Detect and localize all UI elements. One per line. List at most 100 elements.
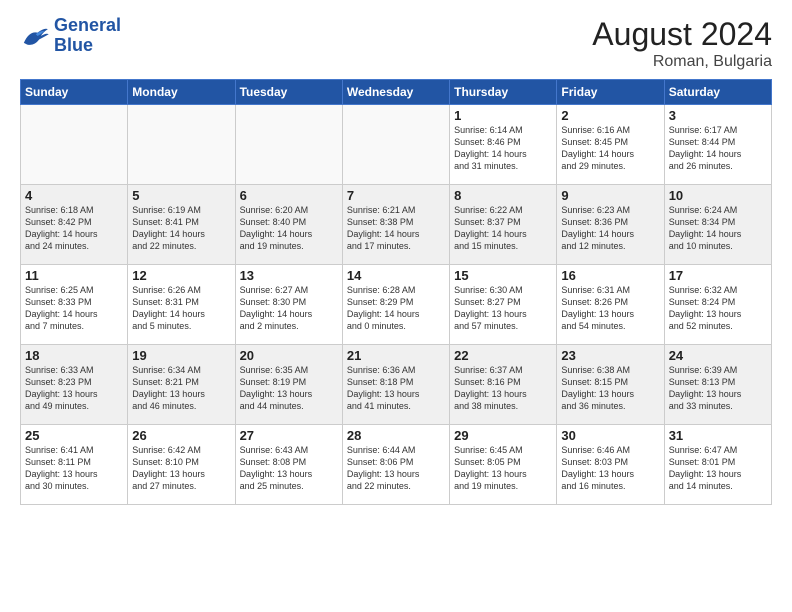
day-number: 12 bbox=[132, 268, 230, 283]
day-info: Sunrise: 6:28 AM Sunset: 8:29 PM Dayligh… bbox=[347, 284, 445, 333]
day-info: Sunrise: 6:19 AM Sunset: 8:41 PM Dayligh… bbox=[132, 204, 230, 253]
day-info: Sunrise: 6:33 AM Sunset: 8:23 PM Dayligh… bbox=[25, 364, 123, 413]
day-cell-8: 8Sunrise: 6:22 AM Sunset: 8:37 PM Daylig… bbox=[450, 185, 557, 265]
weekday-sunday: Sunday bbox=[21, 80, 128, 105]
weekday-friday: Friday bbox=[557, 80, 664, 105]
empty-cell bbox=[128, 105, 235, 185]
empty-cell bbox=[21, 105, 128, 185]
day-info: Sunrise: 6:38 AM Sunset: 8:15 PM Dayligh… bbox=[561, 364, 659, 413]
day-number: 20 bbox=[240, 348, 338, 363]
day-number: 3 bbox=[669, 108, 767, 123]
day-cell-6: 6Sunrise: 6:20 AM Sunset: 8:40 PM Daylig… bbox=[235, 185, 342, 265]
day-info: Sunrise: 6:14 AM Sunset: 8:46 PM Dayligh… bbox=[454, 124, 552, 173]
day-info: Sunrise: 6:30 AM Sunset: 8:27 PM Dayligh… bbox=[454, 284, 552, 333]
day-info: Sunrise: 6:17 AM Sunset: 8:44 PM Dayligh… bbox=[669, 124, 767, 173]
day-cell-30: 30Sunrise: 6:46 AM Sunset: 8:03 PM Dayli… bbox=[557, 425, 664, 505]
day-cell-3: 3Sunrise: 6:17 AM Sunset: 8:44 PM Daylig… bbox=[664, 105, 771, 185]
day-info: Sunrise: 6:46 AM Sunset: 8:03 PM Dayligh… bbox=[561, 444, 659, 493]
week-row-5: 25Sunrise: 6:41 AM Sunset: 8:11 PM Dayli… bbox=[21, 425, 772, 505]
day-cell-31: 31Sunrise: 6:47 AM Sunset: 8:01 PM Dayli… bbox=[664, 425, 771, 505]
day-cell-4: 4Sunrise: 6:18 AM Sunset: 8:42 PM Daylig… bbox=[21, 185, 128, 265]
calendar-table: SundayMondayTuesdayWednesdayThursdayFrid… bbox=[20, 79, 772, 505]
day-cell-16: 16Sunrise: 6:31 AM Sunset: 8:26 PM Dayli… bbox=[557, 265, 664, 345]
day-number: 11 bbox=[25, 268, 123, 283]
logo-line2: Blue bbox=[54, 35, 93, 55]
day-cell-13: 13Sunrise: 6:27 AM Sunset: 8:30 PM Dayli… bbox=[235, 265, 342, 345]
day-info: Sunrise: 6:35 AM Sunset: 8:19 PM Dayligh… bbox=[240, 364, 338, 413]
day-number: 25 bbox=[25, 428, 123, 443]
day-cell-27: 27Sunrise: 6:43 AM Sunset: 8:08 PM Dayli… bbox=[235, 425, 342, 505]
day-cell-21: 21Sunrise: 6:36 AM Sunset: 8:18 PM Dayli… bbox=[342, 345, 449, 425]
day-info: Sunrise: 6:44 AM Sunset: 8:06 PM Dayligh… bbox=[347, 444, 445, 493]
day-number: 6 bbox=[240, 188, 338, 203]
day-info: Sunrise: 6:16 AM Sunset: 8:45 PM Dayligh… bbox=[561, 124, 659, 173]
empty-cell bbox=[342, 105, 449, 185]
day-number: 31 bbox=[669, 428, 767, 443]
day-number: 4 bbox=[25, 188, 123, 203]
logo: General Blue bbox=[20, 16, 121, 56]
day-info: Sunrise: 6:27 AM Sunset: 8:30 PM Dayligh… bbox=[240, 284, 338, 333]
week-row-3: 11Sunrise: 6:25 AM Sunset: 8:33 PM Dayli… bbox=[21, 265, 772, 345]
day-number: 5 bbox=[132, 188, 230, 203]
weekday-saturday: Saturday bbox=[664, 80, 771, 105]
day-info: Sunrise: 6:36 AM Sunset: 8:18 PM Dayligh… bbox=[347, 364, 445, 413]
day-info: Sunrise: 6:42 AM Sunset: 8:10 PM Dayligh… bbox=[132, 444, 230, 493]
day-cell-23: 23Sunrise: 6:38 AM Sunset: 8:15 PM Dayli… bbox=[557, 345, 664, 425]
day-cell-2: 2Sunrise: 6:16 AM Sunset: 8:45 PM Daylig… bbox=[557, 105, 664, 185]
page-container: General Blue August 2024 Roman, Bulgaria… bbox=[0, 0, 792, 515]
month-title: August 2024 bbox=[592, 16, 772, 53]
day-cell-18: 18Sunrise: 6:33 AM Sunset: 8:23 PM Dayli… bbox=[21, 345, 128, 425]
day-number: 13 bbox=[240, 268, 338, 283]
day-info: Sunrise: 6:23 AM Sunset: 8:36 PM Dayligh… bbox=[561, 204, 659, 253]
day-number: 10 bbox=[669, 188, 767, 203]
week-row-4: 18Sunrise: 6:33 AM Sunset: 8:23 PM Dayli… bbox=[21, 345, 772, 425]
day-cell-9: 9Sunrise: 6:23 AM Sunset: 8:36 PM Daylig… bbox=[557, 185, 664, 265]
day-info: Sunrise: 6:47 AM Sunset: 8:01 PM Dayligh… bbox=[669, 444, 767, 493]
day-cell-28: 28Sunrise: 6:44 AM Sunset: 8:06 PM Dayli… bbox=[342, 425, 449, 505]
day-info: Sunrise: 6:21 AM Sunset: 8:38 PM Dayligh… bbox=[347, 204, 445, 253]
day-number: 8 bbox=[454, 188, 552, 203]
week-row-1: 1Sunrise: 6:14 AM Sunset: 8:46 PM Daylig… bbox=[21, 105, 772, 185]
title-block: August 2024 Roman, Bulgaria bbox=[592, 16, 772, 71]
day-cell-24: 24Sunrise: 6:39 AM Sunset: 8:13 PM Dayli… bbox=[664, 345, 771, 425]
day-cell-22: 22Sunrise: 6:37 AM Sunset: 8:16 PM Dayli… bbox=[450, 345, 557, 425]
day-info: Sunrise: 6:34 AM Sunset: 8:21 PM Dayligh… bbox=[132, 364, 230, 413]
day-info: Sunrise: 6:26 AM Sunset: 8:31 PM Dayligh… bbox=[132, 284, 230, 333]
day-cell-15: 15Sunrise: 6:30 AM Sunset: 8:27 PM Dayli… bbox=[450, 265, 557, 345]
day-cell-20: 20Sunrise: 6:35 AM Sunset: 8:19 PM Dayli… bbox=[235, 345, 342, 425]
logo-icon bbox=[20, 24, 50, 48]
day-number: 15 bbox=[454, 268, 552, 283]
day-info: Sunrise: 6:20 AM Sunset: 8:40 PM Dayligh… bbox=[240, 204, 338, 253]
day-info: Sunrise: 6:22 AM Sunset: 8:37 PM Dayligh… bbox=[454, 204, 552, 253]
day-cell-5: 5Sunrise: 6:19 AM Sunset: 8:41 PM Daylig… bbox=[128, 185, 235, 265]
day-number: 2 bbox=[561, 108, 659, 123]
day-number: 26 bbox=[132, 428, 230, 443]
day-cell-7: 7Sunrise: 6:21 AM Sunset: 8:38 PM Daylig… bbox=[342, 185, 449, 265]
day-info: Sunrise: 6:43 AM Sunset: 8:08 PM Dayligh… bbox=[240, 444, 338, 493]
day-number: 16 bbox=[561, 268, 659, 283]
day-cell-10: 10Sunrise: 6:24 AM Sunset: 8:34 PM Dayli… bbox=[664, 185, 771, 265]
day-number: 21 bbox=[347, 348, 445, 363]
day-info: Sunrise: 6:37 AM Sunset: 8:16 PM Dayligh… bbox=[454, 364, 552, 413]
week-row-2: 4Sunrise: 6:18 AM Sunset: 8:42 PM Daylig… bbox=[21, 185, 772, 265]
weekday-wednesday: Wednesday bbox=[342, 80, 449, 105]
day-cell-19: 19Sunrise: 6:34 AM Sunset: 8:21 PM Dayli… bbox=[128, 345, 235, 425]
day-cell-14: 14Sunrise: 6:28 AM Sunset: 8:29 PM Dayli… bbox=[342, 265, 449, 345]
weekday-thursday: Thursday bbox=[450, 80, 557, 105]
day-info: Sunrise: 6:18 AM Sunset: 8:42 PM Dayligh… bbox=[25, 204, 123, 253]
day-info: Sunrise: 6:41 AM Sunset: 8:11 PM Dayligh… bbox=[25, 444, 123, 493]
empty-cell bbox=[235, 105, 342, 185]
day-number: 14 bbox=[347, 268, 445, 283]
day-cell-11: 11Sunrise: 6:25 AM Sunset: 8:33 PM Dayli… bbox=[21, 265, 128, 345]
weekday-tuesday: Tuesday bbox=[235, 80, 342, 105]
day-number: 24 bbox=[669, 348, 767, 363]
day-number: 7 bbox=[347, 188, 445, 203]
weekday-header-row: SundayMondayTuesdayWednesdayThursdayFrid… bbox=[21, 80, 772, 105]
day-cell-29: 29Sunrise: 6:45 AM Sunset: 8:05 PM Dayli… bbox=[450, 425, 557, 505]
day-info: Sunrise: 6:31 AM Sunset: 8:26 PM Dayligh… bbox=[561, 284, 659, 333]
day-number: 19 bbox=[132, 348, 230, 363]
day-number: 17 bbox=[669, 268, 767, 283]
day-cell-25: 25Sunrise: 6:41 AM Sunset: 8:11 PM Dayli… bbox=[21, 425, 128, 505]
logo-text: General Blue bbox=[54, 16, 121, 56]
day-number: 9 bbox=[561, 188, 659, 203]
